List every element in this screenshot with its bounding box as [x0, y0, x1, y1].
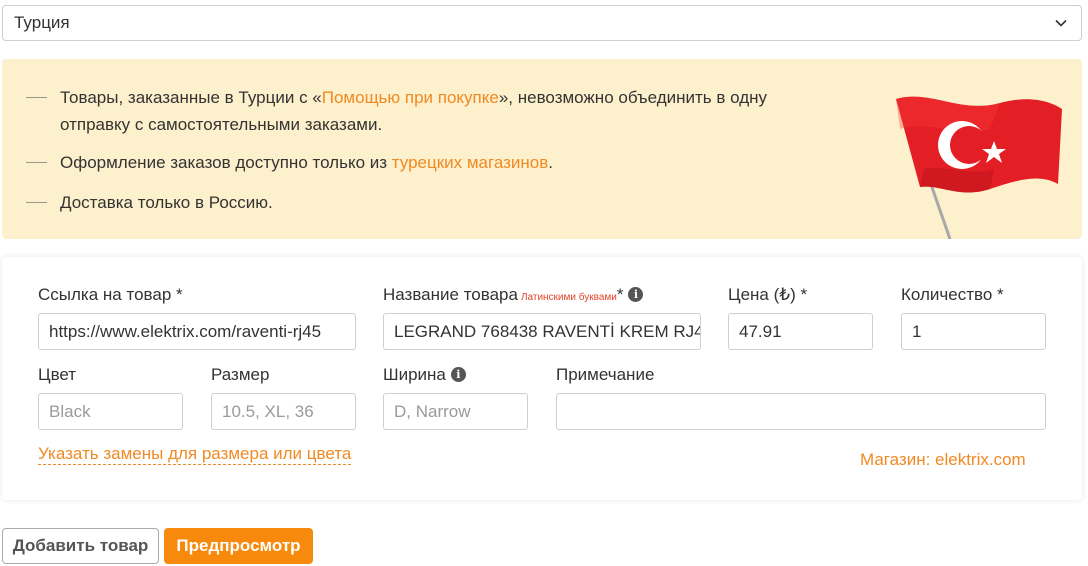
quantity-input[interactable]: 1 — [901, 313, 1046, 350]
info-icon[interactable]: i — [628, 287, 644, 302]
banner-text: Товары, заказанные в Турции с « — [60, 88, 322, 107]
info-icon[interactable]: i — [450, 367, 466, 382]
product-form: Ссылка на товар * Название товара Латинск… — [2, 257, 1082, 500]
required-mark: * — [616, 285, 624, 304]
add-product-button[interactable]: Добавить товар — [2, 528, 159, 564]
width-label-text: Ширина — [383, 365, 446, 384]
banner-text: Доставка только в Россию. — [60, 193, 273, 212]
shop-link[interactable]: Магазин: elektrix.com — [860, 450, 1026, 470]
price-label: Цена (₺) * — [728, 285, 808, 304]
turkey-flag-icon — [890, 89, 1070, 240]
dash-bullet — [26, 97, 47, 98]
banner-item: Оформление заказов доступно только из ту… — [26, 149, 780, 176]
banner-item: Доставка только в Россию. — [26, 189, 780, 216]
note-label: Примечание — [556, 365, 655, 384]
alternatives-link[interactable]: Указать замены для размера или цвета — [38, 444, 352, 465]
name-label: Название товара Латинскими буквами* i — [383, 285, 644, 305]
banner-item: Товары, заказанные в Турции с «Помощью п… — [26, 84, 780, 138]
color-label: Цвет — [38, 365, 77, 384]
purchase-help-link[interactable]: Помощью при покупке — [322, 88, 499, 107]
country-select-value: Турция — [14, 13, 70, 32]
name-label-text: Название товара — [383, 285, 518, 304]
price-input[interactable]: 47.91 — [728, 313, 873, 350]
size-label: Размер — [211, 365, 270, 384]
dash-bullet — [26, 162, 47, 163]
turkish-shops-link[interactable]: турецких магазинов — [392, 153, 549, 172]
note-input[interactable] — [556, 393, 1046, 430]
chevron-down-icon — [1055, 19, 1067, 27]
product-name-input[interactable]: LEGRAND 768438 RAVENTİ KREM RJ45 — [383, 313, 701, 350]
size-input[interactable]: 10.5, XL, 36 — [211, 393, 356, 430]
banner-text: Оформление заказов доступно только из — [60, 153, 392, 172]
product-link-input[interactable]: https://www.elektrix.com/raventi-rj45 — [38, 313, 356, 350]
width-input[interactable]: D, Narrow — [383, 393, 528, 430]
info-banner: Товары, заказанные в Турции с «Помощью п… — [2, 59, 1082, 240]
link-label: Ссылка на товар * — [38, 285, 183, 304]
country-select[interactable]: Турция — [2, 5, 1082, 41]
preview-button[interactable]: Предпросмотр — [164, 528, 313, 564]
color-input[interactable]: Black — [38, 393, 183, 430]
quantity-label: Количество * — [901, 285, 1004, 304]
width-label: Ширина i — [383, 365, 466, 385]
banner-text: . — [548, 153, 554, 172]
dash-bullet — [26, 202, 47, 203]
latin-hint: Латинскими буквами — [520, 292, 617, 303]
